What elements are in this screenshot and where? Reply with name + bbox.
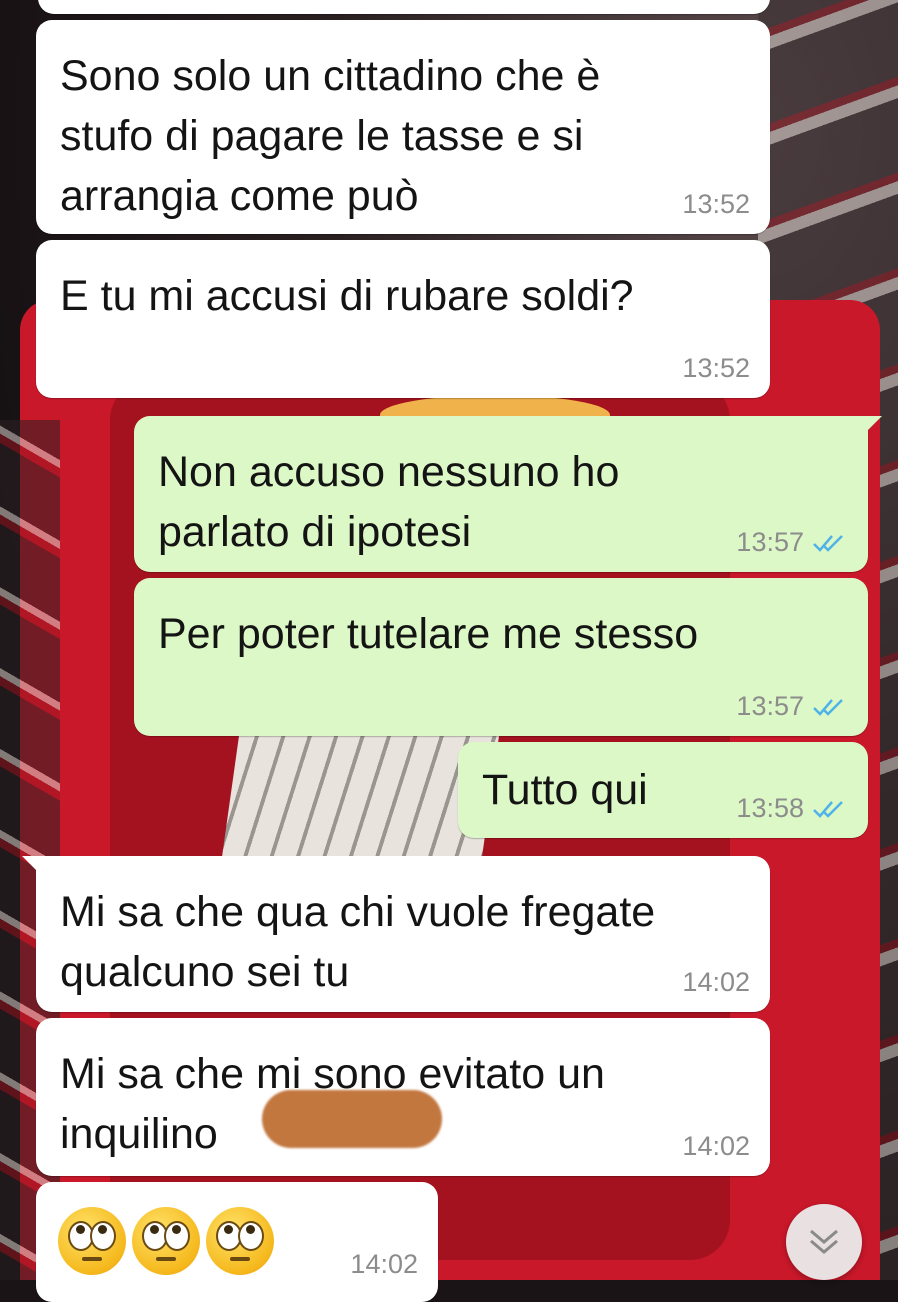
double-check-icon <box>813 698 843 716</box>
message-time: 13:52 <box>682 353 750 383</box>
message-bubble-outgoing[interactable]: Non accuso nessuno ho parlato di ipotesi… <box>134 416 882 572</box>
message-bubble-outgoing[interactable]: Per poter tutelare me stesso 13:57 <box>134 578 868 736</box>
message-time: 14:02 <box>350 1249 418 1279</box>
message-time: 14:02 <box>682 967 750 997</box>
message-bubble-incoming[interactable]: E tu mi accusi di rubare soldi? 13:52 <box>36 240 770 398</box>
message-time: 14:02 <box>682 1131 750 1161</box>
message-bubble-incoming[interactable]: Mi sa che qua chi vuole fregate qualcuno… <box>22 856 770 1012</box>
message-time: 13:57 <box>736 527 804 557</box>
rolling-eyes-emoji-icon <box>206 1207 274 1275</box>
previous-message-bubble[interactable] <box>38 0 770 14</box>
double-check-icon <box>813 800 843 818</box>
message-text: E tu mi accusi di rubare soldi? <box>60 272 634 320</box>
scroll-to-bottom-button[interactable] <box>786 1204 862 1280</box>
redaction-mark <box>262 1090 442 1148</box>
message-time: 13:52 <box>682 189 750 219</box>
message-bubble-incoming[interactable]: Sono solo un cittadino che è stufo di pa… <box>36 20 770 234</box>
message-time: 13:57 <box>736 691 804 721</box>
emoji-row <box>58 1207 274 1275</box>
rolling-eyes-emoji-icon <box>58 1207 126 1275</box>
message-bubble-incoming[interactable]: 14:02 <box>36 1182 438 1302</box>
chevron-double-down-icon <box>810 1229 838 1254</box>
double-check-icon <box>813 534 843 552</box>
message-text: Per poter tutelare me stesso <box>158 610 699 658</box>
message-time: 13:58 <box>736 793 804 823</box>
message-bubble-outgoing[interactable]: Tutto qui 13:58 <box>458 742 868 838</box>
message-text: Mi sa che qua chi vuole fregate qualcuno… <box>60 888 656 996</box>
message-text: Sono solo un cittadino che è stufo di pa… <box>60 52 601 220</box>
rolling-eyes-emoji-icon <box>132 1207 200 1275</box>
